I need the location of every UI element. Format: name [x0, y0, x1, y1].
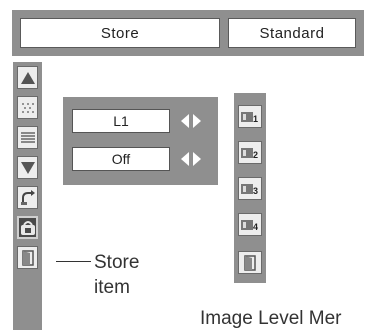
level-3-button[interactable]: 3 — [238, 177, 262, 200]
level-2-digit: 2 — [253, 150, 258, 160]
slot-field[interactable]: L1 — [72, 109, 170, 133]
state-arrows[interactable] — [180, 150, 202, 168]
exit-door-icon — [21, 249, 34, 266]
mode-field[interactable]: Store — [20, 18, 220, 48]
level-toolbar: 1 2 3 4 — [234, 93, 266, 283]
dots-pattern-icon — [21, 102, 34, 113]
down-triangle-icon — [20, 161, 35, 174]
store-icon — [21, 220, 35, 235]
callout-line2: item — [94, 277, 130, 298]
up-button[interactable] — [17, 66, 38, 89]
dots-button[interactable] — [17, 96, 38, 119]
level-2-button[interactable]: 2 — [238, 141, 262, 164]
level-3-icon: 3 — [241, 183, 258, 196]
state-value: Off — [111, 151, 131, 167]
left-right-arrows-icon — [181, 114, 201, 128]
reset-icon — [20, 189, 35, 205]
value-field[interactable]: Standard — [228, 18, 356, 48]
slot-value: L1 — [113, 113, 129, 129]
store-item-callout: Store item — [94, 250, 139, 300]
level-1-digit: 1 — [253, 114, 258, 124]
reset-button[interactable] — [17, 186, 38, 209]
caption: Image Level Mer — [200, 308, 342, 329]
level-settings-panel: L1 Off — [63, 97, 218, 185]
level-4-digit: 4 — [253, 222, 258, 232]
header-bar: Store Standard — [12, 10, 364, 56]
level-exit-button[interactable] — [238, 251, 262, 274]
level-3-digit: 3 — [253, 186, 258, 196]
level-2-icon: 2 — [241, 147, 258, 160]
level-4-icon: 4 — [241, 219, 258, 232]
exit-button[interactable] — [17, 246, 38, 269]
left-toolbar — [13, 62, 42, 330]
left-right-arrows-icon — [181, 152, 201, 166]
level-1-button[interactable]: 1 — [238, 105, 262, 128]
callout-line1: Store — [94, 252, 140, 273]
down-button[interactable] — [17, 156, 38, 179]
level-1-icon: 1 — [241, 111, 258, 124]
callout-line — [56, 261, 91, 262]
lines-pattern-icon — [20, 131, 35, 143]
up-triangle-icon — [20, 71, 35, 84]
mode-label: Store — [100, 24, 140, 42]
state-field[interactable]: Off — [72, 147, 170, 171]
slot-arrows[interactable] — [180, 112, 202, 130]
level-4-button[interactable]: 4 — [238, 213, 262, 236]
store-button[interactable] — [17, 216, 38, 239]
exit-door-icon — [244, 254, 256, 271]
lines-button[interactable] — [17, 126, 38, 149]
value-label: Standard — [259, 24, 325, 42]
